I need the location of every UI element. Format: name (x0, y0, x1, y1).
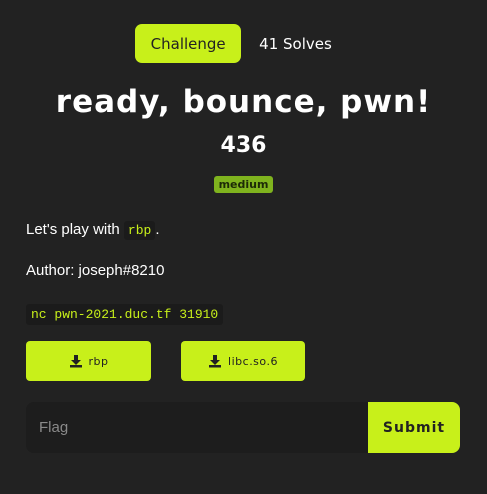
download-rbp-button[interactable]: rbp (26, 341, 151, 381)
download-icon (209, 355, 222, 368)
description-suffix: . (155, 221, 160, 238)
challenge-points: 436 (220, 133, 267, 158)
difficulty-badge-wrap: medium (0, 176, 487, 193)
submit-button[interactable]: Submit (368, 402, 460, 453)
download-rbp-label: rbp (88, 354, 109, 368)
challenge-description: Let's play with rbp. (26, 221, 160, 240)
connection-command: nc pwn-2021.duc.tf 31910 (26, 304, 224, 325)
description-code: rbp (123, 221, 156, 240)
challenge-tabs: Challenge 41 Solves (0, 24, 487, 63)
download-libc-label: libc.so.6 (228, 354, 278, 368)
flag-input[interactable] (26, 402, 368, 453)
flag-form: Submit (26, 402, 460, 453)
tab-challenge[interactable]: Challenge (135, 24, 242, 63)
description-text: Let's play with (26, 221, 120, 238)
tab-solves[interactable]: 41 Solves (259, 35, 332, 53)
difficulty-badge: medium (213, 176, 274, 193)
download-libc-button[interactable]: libc.so.6 (181, 341, 305, 381)
challenge-title: ready, bounce, pwn! (55, 84, 432, 120)
download-icon (69, 355, 82, 368)
challenge-author: Author: joseph#8210 (26, 262, 165, 279)
